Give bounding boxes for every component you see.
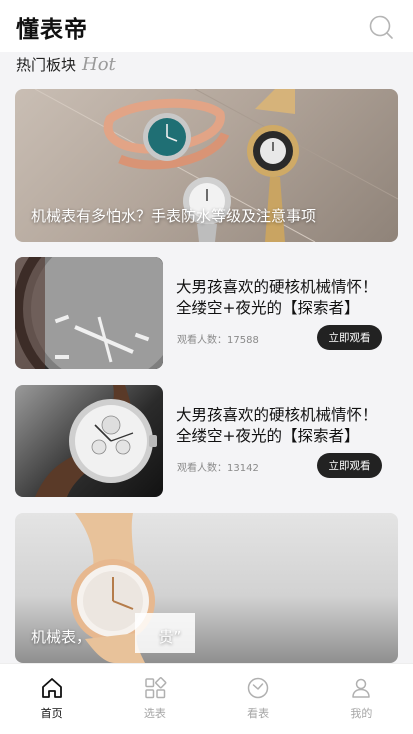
watch-icon xyxy=(247,677,269,699)
section-title: 热门板块 xyxy=(16,56,77,74)
watch-now-button[interactable]: 立即观看 xyxy=(317,325,382,350)
card-title: 大男孩喜欢的硬核机械情怀！全缕空+夜光的【探索者】 xyxy=(176,406,378,445)
banner-caption: 机械表， 贵” xyxy=(31,628,182,646)
tab-label: 我的 xyxy=(350,707,373,720)
video-card[interactable]: 大男孩喜欢的硬核机械情怀！全缕空+夜光的【探索者】 观看人数：13142 立即观… xyxy=(15,385,398,497)
featured-banner[interactable]: 机械表， 贵” xyxy=(15,513,398,663)
top-header: 懂表帝 xyxy=(0,0,413,52)
tab-select-watch[interactable]: 选表 xyxy=(103,664,206,734)
card-title: 大男孩喜欢的硬核机械情怀！全缕空+夜光的【探索者】 xyxy=(176,278,378,317)
app-title: 懂表帝 xyxy=(16,17,88,43)
viewer-count-label: 观看人数： xyxy=(177,335,227,346)
tab-home[interactable]: 首页 xyxy=(0,664,103,734)
viewer-count: 观看人数：17588 xyxy=(177,331,259,346)
watch-now-button[interactable]: 立即观看 xyxy=(317,453,382,478)
card-thumbnail xyxy=(15,257,163,369)
watch-closeup-image xyxy=(15,257,163,369)
user-icon xyxy=(352,678,371,698)
grid-icon xyxy=(145,677,167,699)
search-icon xyxy=(369,15,393,39)
viewer-count-value: 17588 xyxy=(227,335,259,346)
viewer-count: 观看人数：13142 xyxy=(177,459,259,474)
watch-leather-image xyxy=(35,385,157,497)
section-hot-tag: Hot xyxy=(82,54,116,75)
search-button[interactable] xyxy=(368,14,394,40)
banner-caption: 机械表有多怕水？手表防水等级及注意事项 xyxy=(31,207,317,225)
bottom-tab-bar: 首页 选表 看表 我的 xyxy=(0,663,413,734)
card-thumbnail xyxy=(15,385,163,497)
video-card[interactable]: 大男孩喜欢的硬核机械情怀！全缕空+夜光的【探索者】 观看人数：17588 立即观… xyxy=(15,257,398,369)
featured-banner[interactable]: 机械表有多怕水？手表防水等级及注意事项 xyxy=(15,89,398,242)
section-header: 热门板块 Hot xyxy=(16,54,116,78)
home-icon xyxy=(41,678,62,698)
tab-profile[interactable]: 我的 xyxy=(310,664,413,734)
viewer-count-value: 13142 xyxy=(227,463,259,474)
tab-label: 首页 xyxy=(40,707,63,720)
tab-view-watch[interactable]: 看表 xyxy=(207,664,310,734)
viewer-count-label: 观看人数： xyxy=(177,463,227,474)
tab-label: 看表 xyxy=(247,707,270,720)
tab-label: 选表 xyxy=(143,707,166,720)
